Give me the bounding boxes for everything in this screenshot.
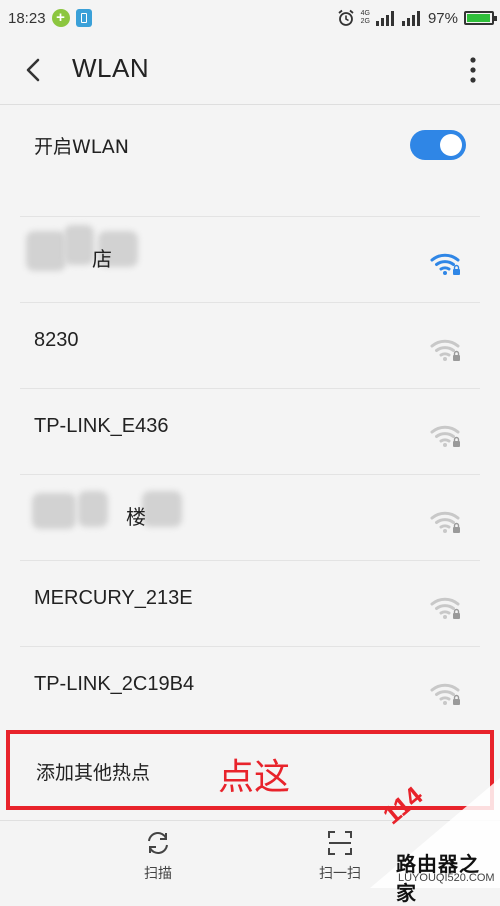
wlan-switch[interactable] [410, 130, 466, 160]
signal-icon-2 [401, 11, 420, 26]
alarm-icon [338, 9, 354, 26]
network-row[interactable]: MERCURY_213E [0, 561, 500, 647]
status-bar: 18:23 + 4G 2G 97% [0, 0, 500, 36]
network-ssid: 8230 [34, 329, 79, 351]
scan-button[interactable]: 扫描 [118, 829, 198, 883]
refresh-icon [148, 832, 168, 854]
network-row[interactable]: TP-LINK_2C19B4 [0, 647, 500, 733]
wlan-toggle-label: 开启WLAN [34, 136, 130, 158]
network-ssid: MERCURY_213E [34, 587, 193, 609]
wifi-locked-icon [430, 595, 462, 621]
wlan-toggle-row[interactable]: 开启WLAN [0, 105, 500, 191]
wifi-locked-icon [430, 251, 462, 277]
network-row[interactable]: 楼 [0, 475, 500, 561]
redacted-text [142, 491, 182, 527]
network-row[interactable]: 8230 [0, 303, 500, 389]
network-row[interactable]: 店 [0, 217, 500, 303]
wifi-locked-icon [430, 423, 462, 449]
redacted-text [32, 493, 76, 529]
redacted-text [78, 491, 108, 527]
network-ssid: 店 [92, 247, 112, 271]
signal-icon [375, 11, 394, 26]
app-header: WLAN [0, 36, 500, 105]
status-time: 18:23 [8, 9, 46, 27]
qr-scan-button[interactable]: 扫一扫 [300, 829, 380, 883]
wifi-locked-icon [430, 509, 462, 535]
redacted-text [64, 225, 94, 265]
network-ssid: 楼 [126, 505, 146, 529]
network-list: 店 8230 TP-LINK_E436 楼 MERCURY_213E TP-LI [0, 217, 500, 733]
battery-percent: 97% [427, 9, 458, 27]
add-hotspot-label: 添加其他热点 [36, 762, 151, 784]
network-ssid: TP-LINK_2C19B4 [34, 673, 195, 695]
section-divider [20, 191, 480, 217]
wifi-locked-icon [430, 681, 462, 707]
page-title: WLAN [72, 53, 150, 83]
battery-saver-icon [75, 9, 92, 27]
watermark-url: LUYOUQI520.COM [398, 872, 495, 884]
network-type-label: 4G 2G [360, 10, 370, 25]
network-row[interactable]: TP-LINK_E436 [0, 389, 500, 475]
more-options-icon[interactable] [468, 54, 478, 86]
scan-label: 扫描 [144, 866, 172, 882]
back-arrow-icon[interactable] [20, 54, 48, 86]
click-here-annotation: 点这 [218, 757, 291, 798]
plus-badge-icon: + [51, 9, 70, 27]
switch-knob [440, 134, 462, 156]
network-ssid: TP-LINK_E436 [34, 415, 169, 437]
qr-scan-icon [328, 831, 352, 855]
watermark-logo: 114 路由器之家 LUYOUQI520.COM [370, 778, 500, 905]
battery-icon [464, 11, 497, 25]
settings-list: 开启WLAN 店 8230 TP-LINK_E436 楼 MERCURY_213… [0, 105, 500, 733]
wifi-locked-icon [430, 337, 462, 363]
qr-scan-label: 扫一扫 [319, 866, 361, 882]
redacted-text [26, 231, 66, 271]
